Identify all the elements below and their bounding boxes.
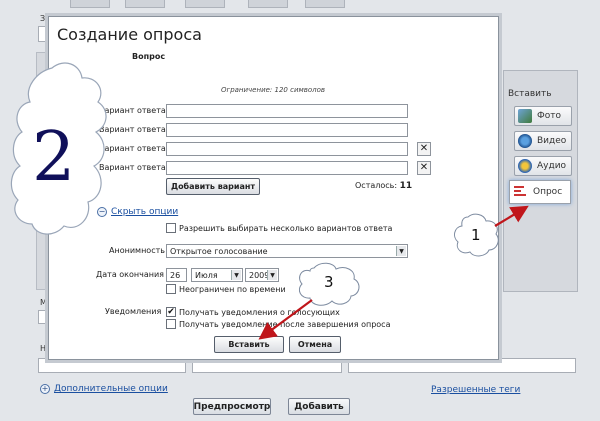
annotation-arrow-1 (494, 205, 529, 227)
annotation-arrow-3 (258, 299, 313, 340)
annotation-arrows (258, 205, 529, 340)
